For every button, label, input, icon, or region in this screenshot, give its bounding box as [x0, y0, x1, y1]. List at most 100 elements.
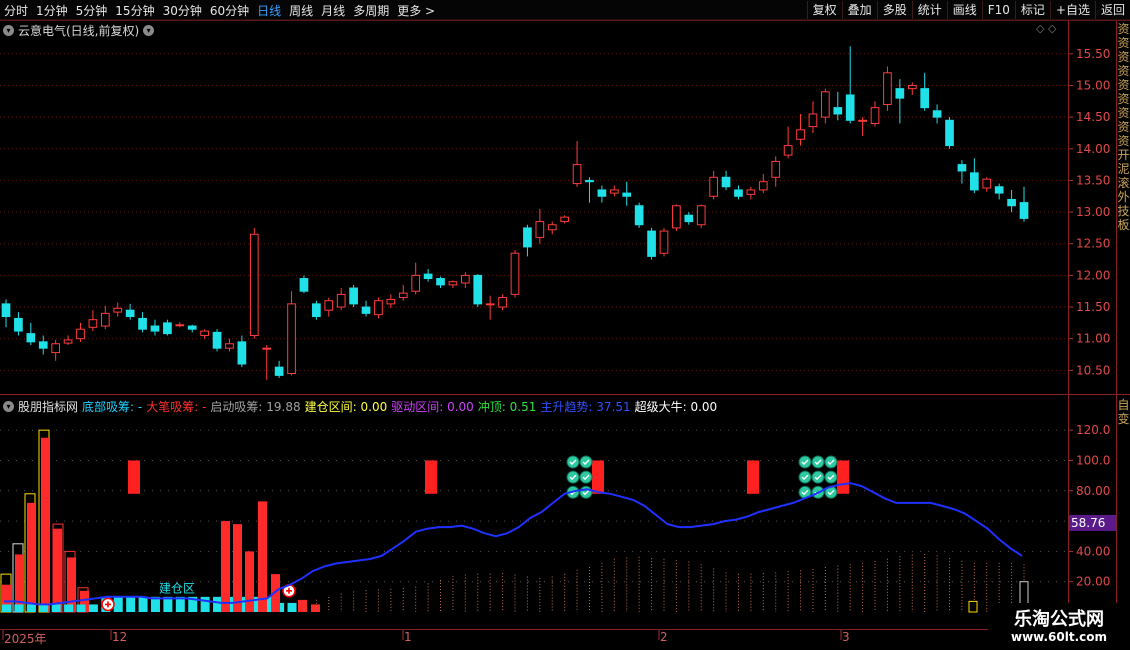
candle[interactable]	[858, 119, 867, 122]
period-tab-6[interactable]: 日线	[253, 2, 285, 19]
candle[interactable]	[237, 341, 247, 365]
candle[interactable]	[672, 205, 681, 229]
candle[interactable]	[63, 339, 73, 344]
candle[interactable]	[771, 160, 781, 178]
candle[interactable]	[336, 293, 346, 308]
candle[interactable]	[386, 298, 396, 305]
candle[interactable]	[212, 331, 222, 349]
candle[interactable]	[312, 303, 321, 318]
candle[interactable]	[957, 164, 967, 172]
candle[interactable]	[932, 110, 942, 118]
action-button-8[interactable]: 返回	[1094, 1, 1130, 19]
right-side-panel[interactable]: 资资资资资资资资资开泥滚外技板	[1117, 22, 1130, 392]
candle[interactable]	[125, 309, 135, 318]
candle[interactable]	[100, 312, 110, 327]
candle[interactable]	[200, 330, 209, 337]
period-tab-1[interactable]: 1分钟	[32, 2, 72, 19]
period-tab-4[interactable]: 30分钟	[159, 2, 206, 19]
action-button-4[interactable]: 画线	[946, 1, 982, 19]
period-tab-0[interactable]: 分时	[0, 2, 32, 19]
candle[interactable]	[783, 145, 793, 156]
action-button-1[interactable]: 叠加	[841, 1, 877, 19]
candle[interactable]	[88, 319, 98, 328]
candle[interactable]	[510, 252, 520, 295]
period-tab-9[interactable]: 多周期	[349, 2, 393, 19]
candle[interactable]	[448, 281, 458, 286]
candle[interactable]	[883, 72, 892, 105]
candle[interactable]	[187, 325, 197, 330]
candle[interactable]	[38, 341, 48, 349]
right-side-panel-lower[interactable]: 自变	[1117, 398, 1130, 438]
candle[interactable]	[498, 297, 507, 308]
candle[interactable]	[734, 189, 743, 197]
candle[interactable]	[76, 328, 85, 340]
candle[interactable]	[374, 300, 383, 316]
candle[interactable]	[870, 107, 880, 124]
candle[interactable]	[423, 273, 433, 280]
chart-title-bar[interactable]: ▾ 云意电气(日线,前复权) ▾	[3, 22, 155, 39]
collapse-icon[interactable]: ▾	[3, 25, 14, 36]
candle[interactable]	[746, 189, 756, 195]
candle[interactable]	[634, 205, 644, 226]
candle[interactable]	[696, 205, 706, 226]
period-tab-7[interactable]: 周线	[285, 2, 317, 19]
candle[interactable]	[597, 189, 607, 197]
candle[interactable]	[907, 84, 917, 90]
candle[interactable]	[647, 230, 656, 257]
candle[interactable]	[535, 221, 545, 238]
candle[interactable]	[684, 214, 694, 223]
candle[interactable]	[398, 292, 408, 299]
candle-group[interactable]	[1, 46, 1029, 380]
candle[interactable]	[14, 317, 23, 332]
candle[interactable]	[324, 300, 334, 311]
action-button-2[interactable]: 多股	[876, 1, 912, 19]
period-tab-8[interactable]: 月线	[317, 2, 349, 19]
candle[interactable]	[969, 172, 979, 191]
candle[interactable]	[150, 325, 160, 332]
candle[interactable]	[982, 178, 992, 189]
action-button-3[interactable]: 统计	[911, 1, 947, 19]
action-button-6[interactable]: 标记	[1014, 1, 1050, 19]
period-tab-5[interactable]: 60分钟	[206, 2, 253, 19]
indicator-collapse-icon[interactable]: ▾	[3, 401, 14, 412]
candle[interactable]	[721, 176, 731, 188]
candle[interactable]	[585, 179, 594, 183]
candle[interactable]	[138, 317, 147, 330]
candle[interactable]	[609, 189, 619, 194]
action-button-5[interactable]: F10	[981, 1, 1015, 19]
candle[interactable]	[274, 366, 284, 376]
indicator-name[interactable]: 股朋指标网	[18, 398, 78, 415]
candle[interactable]	[163, 322, 172, 335]
action-button-7[interactable]: +自选	[1049, 1, 1095, 19]
candle[interactable]	[622, 192, 632, 197]
candle[interactable]	[895, 88, 905, 99]
period-tab-3[interactable]: 15分钟	[111, 2, 158, 19]
candle[interactable]	[473, 274, 483, 305]
candle[interactable]	[523, 227, 532, 248]
candle[interactable]	[287, 303, 296, 375]
candle[interactable]	[945, 119, 954, 147]
candle[interactable]	[249, 233, 259, 337]
candle[interactable]	[572, 164, 582, 185]
candle[interactable]	[51, 343, 61, 354]
candle[interactable]	[659, 230, 669, 254]
candle[interactable]	[758, 181, 768, 191]
candle[interactable]	[821, 91, 830, 118]
candle[interactable]	[808, 113, 818, 128]
candle[interactable]	[460, 274, 470, 284]
chart-canvas[interactable]: 15.50 15.00 14.50 14.00 13.50 13.00 12.50 12.00…	[0, 0, 1130, 650]
candle[interactable]	[796, 129, 805, 140]
candle[interactable]	[994, 186, 1004, 194]
candle[interactable]	[1, 303, 11, 318]
candle[interactable]	[485, 303, 495, 306]
candle[interactable]	[361, 306, 371, 314]
candle[interactable]	[1007, 198, 1016, 207]
candle[interactable]	[349, 287, 358, 305]
candle[interactable]	[113, 307, 123, 313]
candle[interactable]	[411, 274, 421, 292]
candle[interactable]	[547, 224, 557, 231]
dropdown-icon[interactable]: ▾	[143, 25, 155, 36]
candle[interactable]	[920, 88, 930, 109]
candle[interactable]	[225, 343, 234, 349]
candle[interactable]	[709, 176, 718, 197]
